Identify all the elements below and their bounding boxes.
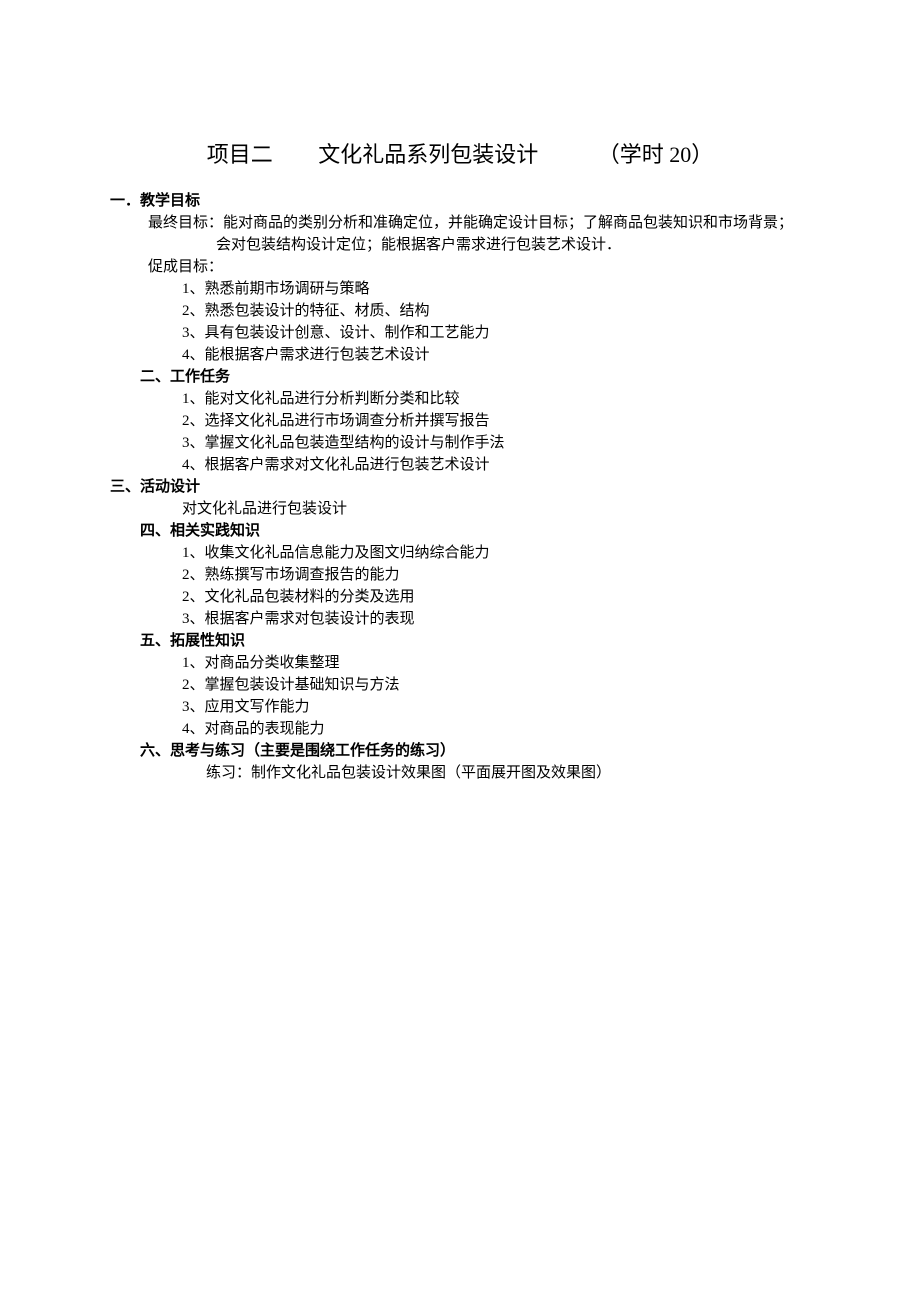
final-goal-text1: 能对商品的类别分析和准确定位，并能确定设计目标；了解商品包装知识和市场背景； bbox=[223, 215, 793, 231]
list-item: 3、掌握文化礼品包装造型结构的设计与制作手法 bbox=[110, 433, 810, 454]
list-item: 2、熟练撰写市场调查报告的能力 bbox=[110, 565, 810, 586]
final-goal-label: 最终目标： bbox=[148, 215, 223, 231]
section-1-sub-goal-label: 促成目标： bbox=[110, 257, 810, 278]
list-item: 2、选择文化礼品进行市场调查分析并撰写报告 bbox=[110, 411, 810, 432]
list-item: 2、文化礼品包装材料的分类及选用 bbox=[110, 587, 810, 608]
list-item: 4、能根据客户需求进行包装艺术设计 bbox=[110, 345, 810, 366]
list-item: 4、根据客户需求对文化礼品进行包装艺术设计 bbox=[110, 455, 810, 476]
list-item: 3、具有包装设计创意、设计、制作和工艺能力 bbox=[110, 323, 810, 344]
list-item: 1、能对文化礼品进行分析判断分类和比较 bbox=[110, 389, 810, 410]
section-4-head: 四、相关实践知识 bbox=[110, 521, 810, 542]
project-label: 项目二 bbox=[207, 140, 273, 171]
section-1-head: 一．教学目标 bbox=[110, 191, 810, 212]
section-6-body: 练习：制作文化礼品包装设计效果图（平面展开图及效果图） bbox=[110, 763, 810, 784]
list-item: 1、熟悉前期市场调研与策略 bbox=[110, 279, 810, 300]
section-5-head: 五、拓展性知识 bbox=[110, 631, 810, 652]
section-2-head: 二、工作任务 bbox=[110, 367, 810, 388]
list-item: 3、根据客户需求对包装设计的表现 bbox=[110, 609, 810, 630]
project-name: 文化礼品系列包装设计 bbox=[318, 140, 538, 171]
document-title: 项目二 文化礼品系列包装设计 （学时 20） bbox=[110, 140, 810, 171]
hours-suffix: ） bbox=[691, 142, 713, 167]
section-3-head: 三、活动设计 bbox=[110, 477, 810, 498]
hours-number: 20 bbox=[669, 142, 691, 167]
section-3-body: 对文化礼品进行包装设计 bbox=[110, 499, 810, 520]
section-6-head: 六、思考与练习（主要是围绕工作任务的练习） bbox=[110, 741, 810, 762]
section-1-final-goal-line2: 会对包装结构设计定位；能根据客户需求进行包装艺术设计． bbox=[110, 235, 810, 256]
list-item: 4、对商品的表现能力 bbox=[110, 719, 810, 740]
hours-prefix: （学时 bbox=[598, 142, 670, 167]
section-1-final-goal-line1: 最终目标：能对商品的类别分析和准确定位，并能确定设计目标；了解商品包装知识和市场… bbox=[110, 213, 810, 234]
list-item: 1、收集文化礼品信息能力及图文归纳综合能力 bbox=[110, 543, 810, 564]
list-item: 2、掌握包装设计基础知识与方法 bbox=[110, 675, 810, 696]
list-item: 2、熟悉包装设计的特征、材质、结构 bbox=[110, 301, 810, 322]
list-item: 1、对商品分类收集整理 bbox=[110, 653, 810, 674]
hours-label: （学时 20） bbox=[598, 140, 714, 171]
list-item: 3、应用文写作能力 bbox=[110, 697, 810, 718]
